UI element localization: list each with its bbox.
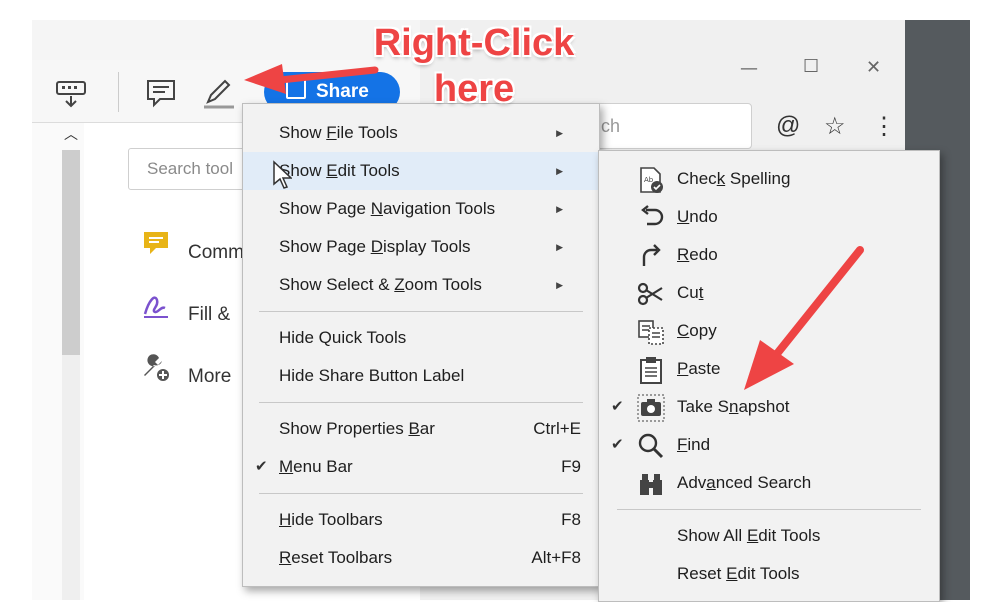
shortcut-label: Ctrl+E bbox=[533, 419, 581, 438]
checkmark-icon: ✔ bbox=[255, 458, 268, 475]
tool-label: More bbox=[188, 366, 232, 387]
toolbar-context-menu: Show File Tools ▶ Show Edit Tools ▶ Show P… bbox=[242, 103, 600, 587]
menu-item-show-edit-tools[interactable]: Show Edit Tools ▶ bbox=[243, 152, 599, 190]
submenu-arrow-icon: ▶ bbox=[556, 128, 563, 138]
menu-separator bbox=[259, 311, 583, 312]
menu-item-show-properties-bar[interactable]: Show Properties Bar Ctrl+E bbox=[243, 410, 599, 448]
search-placeholder: Search tool bbox=[147, 159, 233, 178]
tool-item-more[interactable]: More bbox=[140, 352, 231, 388]
scroll-up-icon[interactable]: ︿ bbox=[62, 124, 80, 146]
submenu-item-reset-edit-tools[interactable]: Reset Edit Tools bbox=[599, 555, 939, 593]
menu-item-hide-toolbars[interactable]: Hide Toolbars F8 bbox=[243, 501, 599, 539]
keyboard-download-icon[interactable] bbox=[54, 76, 88, 110]
undo-icon bbox=[641, 205, 664, 226]
shortcut-label: F9 bbox=[561, 457, 581, 476]
menu-item-hide-share-button-label[interactable]: Hide Share Button Label bbox=[243, 357, 599, 395]
menu-item-show-select-zoom-tools[interactable]: Show Select & Zoom Tools ▶ bbox=[243, 266, 599, 304]
submenu-item-undo[interactable]: Undo bbox=[599, 198, 939, 236]
menu-item-reset-toolbars[interactable]: Reset Toolbars Alt+F8 bbox=[243, 539, 599, 577]
scissors-icon bbox=[637, 282, 663, 306]
submenu-arrow-icon: ▶ bbox=[556, 242, 563, 252]
submenu-arrow-icon: ▶ bbox=[556, 280, 563, 290]
shortcut-label: Alt+F8 bbox=[531, 548, 581, 567]
annotation-arrow-down bbox=[744, 246, 864, 390]
tool-item-comment[interactable]: Comm bbox=[140, 228, 244, 264]
at-icon[interactable]: @ bbox=[776, 112, 800, 140]
comment-icon bbox=[144, 232, 168, 254]
annotation-line-1: Right-Click bbox=[373, 22, 575, 64]
paste-icon bbox=[640, 357, 662, 384]
menu-item-menu-bar[interactable]: ✔ Menu Bar F9 bbox=[243, 448, 599, 486]
annotation-arrow-left bbox=[244, 64, 379, 94]
menu-item-show-page-display-tools[interactable]: Show Page Display Tools ▶ bbox=[243, 228, 599, 266]
scrollbar-thumb[interactable] bbox=[62, 150, 80, 355]
redo-icon bbox=[642, 244, 661, 266]
annotation-line-2: here bbox=[433, 68, 515, 110]
binoculars-icon bbox=[640, 474, 662, 495]
menu-separator bbox=[617, 509, 921, 510]
comment-icon[interactable] bbox=[144, 76, 178, 110]
tool-label: Fill & bbox=[188, 304, 231, 325]
camera-icon bbox=[637, 394, 665, 422]
pen-icon[interactable] bbox=[202, 76, 236, 110]
submenu-item-find[interactable]: ✔ Find bbox=[599, 426, 939, 464]
checkmark-icon: ✔ bbox=[611, 398, 624, 415]
star-icon[interactable]: ☆ bbox=[824, 112, 846, 141]
menu-item-hide-quick-tools[interactable]: Hide Quick Tools bbox=[243, 319, 599, 357]
submenu-arrow-icon: ▶ bbox=[556, 166, 563, 176]
magnifier-icon bbox=[638, 433, 664, 459]
tool-label: Comm bbox=[188, 242, 244, 263]
menu-item-show-file-tools[interactable]: Show File Tools ▶ bbox=[243, 114, 599, 152]
submenu-item-show-all-edit-tools[interactable]: Show All Edit Tools bbox=[599, 517, 939, 555]
more-icon[interactable]: ⋮ bbox=[872, 112, 896, 141]
search-tools-input[interactable]: Search tool bbox=[128, 148, 258, 190]
fill-sign-icon bbox=[143, 296, 168, 318]
wrench-plus-icon bbox=[144, 354, 169, 381]
submenu-item-check-spelling[interactable]: Ab Check Spelling bbox=[599, 160, 939, 198]
maximize-button[interactable]: ☐ bbox=[803, 56, 819, 77]
submenu-arrow-icon: ▶ bbox=[556, 204, 563, 214]
checkmark-icon: ✔ bbox=[611, 436, 624, 453]
tool-item-fill-sign[interactable]: Fill & bbox=[140, 290, 230, 326]
menu-separator bbox=[259, 402, 583, 403]
close-button[interactable]: ✕ bbox=[866, 57, 881, 78]
shortcut-label: F8 bbox=[561, 510, 581, 529]
annotation-label: Right-Click here bbox=[364, 20, 584, 112]
svg-text:Ab: Ab bbox=[644, 176, 654, 184]
menu-separator bbox=[259, 493, 583, 494]
mouse-cursor-icon bbox=[273, 160, 292, 189]
submenu-item-advanced-search[interactable]: Advanced Search bbox=[599, 464, 939, 502]
copy-icon bbox=[638, 320, 664, 345]
menu-item-show-page-navigation-tools[interactable]: Show Page Navigation Tools ▶ bbox=[243, 190, 599, 228]
toolbar-divider bbox=[118, 72, 119, 112]
minimize-button[interactable]: — bbox=[740, 58, 758, 79]
spellcheck-icon: Ab bbox=[640, 167, 663, 193]
address-text: ch bbox=[601, 116, 621, 136]
